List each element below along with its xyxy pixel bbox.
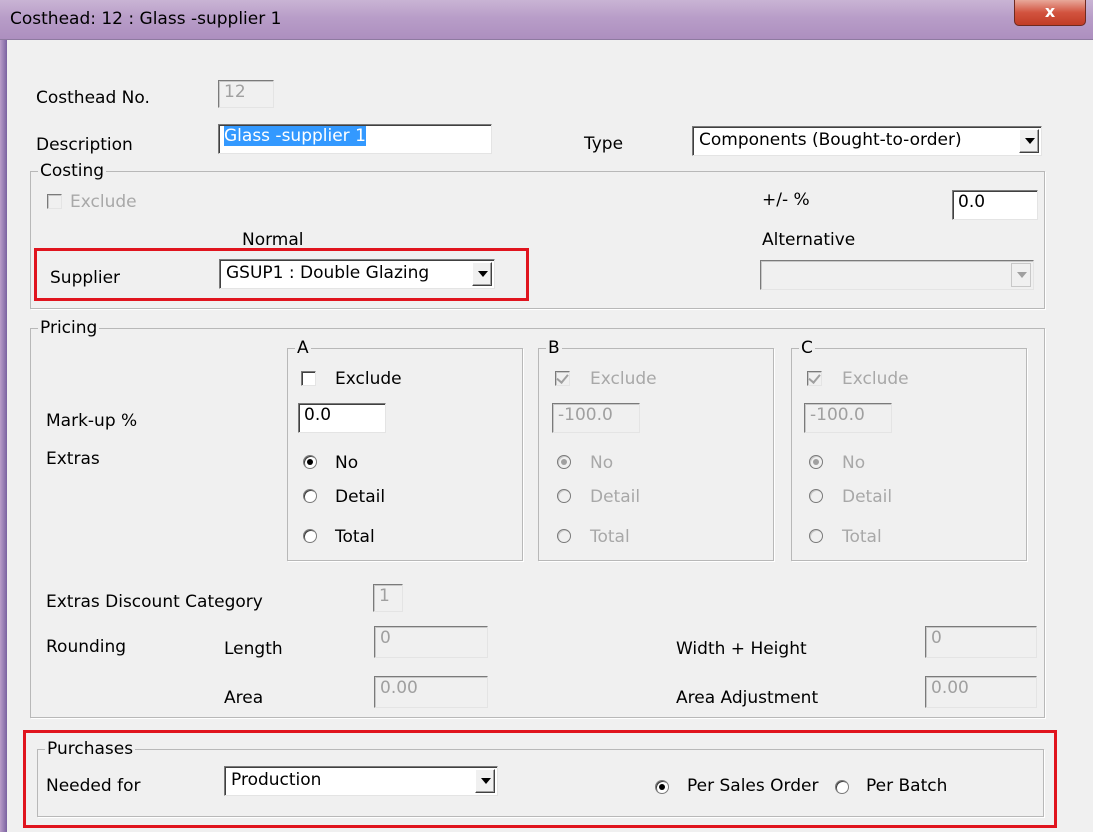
type-select[interactable]: Components (Bought-to-order) xyxy=(692,126,1042,156)
length-label: Length xyxy=(224,639,283,659)
column-a-extras-total-radio[interactable] xyxy=(303,529,317,543)
width-height-field: 0 xyxy=(925,626,1037,658)
close-button[interactable]: x xyxy=(1014,0,1086,26)
column-b-extras-detail-label: Detail xyxy=(590,487,641,507)
column-c-markup-field: -100.0 xyxy=(804,403,892,433)
column-c-exclude-checkbox xyxy=(807,371,822,386)
column-c-extras-detail-label: Detail xyxy=(842,487,893,507)
costhead-no-field: 12 xyxy=(218,80,274,108)
column-c-title: C xyxy=(799,338,815,358)
column-a-exclude-checkbox[interactable] xyxy=(301,371,316,386)
column-c-extras-total-label: Total xyxy=(842,527,882,547)
column-b-markup-field: -100.0 xyxy=(552,403,640,433)
column-b-exclude-checkbox xyxy=(555,371,570,386)
column-a-extras-total-label: Total xyxy=(335,527,375,547)
costing-exclude-label: Exclude xyxy=(70,192,137,212)
title-bar[interactable]: Costhead: 12 : Glass -supplier 1 x xyxy=(0,0,1093,40)
window-title: Costhead: 12 : Glass -supplier 1 xyxy=(10,9,282,29)
column-b-extras-no-radio xyxy=(557,455,571,469)
plus-minus-label: +/- % xyxy=(762,190,810,210)
pricing-column-a: A xyxy=(287,338,523,561)
width-height-label: Width + Height xyxy=(676,639,807,659)
type-label: Type xyxy=(584,134,624,154)
costing-group-title: Costing xyxy=(38,161,107,181)
extras-discount-label: Extras Discount Category xyxy=(46,592,263,612)
column-c-extras-total-radio xyxy=(809,529,823,543)
plus-minus-field[interactable]: 0.0 xyxy=(952,190,1038,220)
description-label: Description xyxy=(36,135,133,155)
column-c-exclude-label: Exclude xyxy=(842,369,909,389)
column-a-exclude-label: Exclude xyxy=(335,369,402,389)
alternative-label: Alternative xyxy=(762,230,856,250)
column-a-extras-detail-radio[interactable] xyxy=(303,489,317,503)
rounding-label: Rounding xyxy=(46,637,127,657)
column-c-extras-no-radio xyxy=(809,455,823,469)
column-a-markup-field[interactable]: 0.0 xyxy=(298,403,386,433)
column-b-extras-total-radio xyxy=(557,529,571,543)
window-frame-left xyxy=(0,40,7,832)
pricing-column-c: C xyxy=(791,338,1027,561)
column-b-extras-detail-radio xyxy=(557,489,571,503)
column-b-extras-total-label: Total xyxy=(590,527,630,547)
column-a-title: A xyxy=(295,338,311,358)
column-c-extras-no-label: No xyxy=(842,453,866,473)
alternative-supplier-select xyxy=(760,260,1034,290)
area-label: Area xyxy=(224,688,264,708)
chevron-down-icon xyxy=(1011,263,1031,287)
area-adjustment-label: Area Adjustment xyxy=(676,688,819,708)
column-a-extras-no-label: No xyxy=(335,453,359,473)
length-field: 0 xyxy=(374,626,488,658)
column-a-extras-detail-label: Detail xyxy=(335,487,386,507)
pricing-group-title: Pricing xyxy=(38,318,100,338)
column-a-extras-no-radio[interactable] xyxy=(303,455,317,469)
normal-label: Normal xyxy=(242,230,304,250)
column-c-extras-detail-radio xyxy=(809,489,823,503)
supplier-highlight-box xyxy=(34,248,529,301)
close-icon: x xyxy=(1044,2,1056,21)
column-b-extras-no-label: No xyxy=(590,453,614,473)
area-adjustment-field: 0.00 xyxy=(925,676,1037,708)
markup-label: Mark-up % xyxy=(46,411,138,431)
costing-exclude-checkbox[interactable] xyxy=(47,194,62,209)
extras-label: Extras xyxy=(46,449,100,469)
extras-discount-field: 1 xyxy=(373,584,403,612)
costhead-no-label: Costhead No. xyxy=(36,88,150,108)
purchases-highlight-box xyxy=(23,730,1057,828)
chevron-down-icon[interactable] xyxy=(1019,129,1039,153)
area-field: 0.00 xyxy=(374,676,488,708)
column-b-exclude-label: Exclude xyxy=(590,369,657,389)
description-field[interactable]: Glass -supplier 1 xyxy=(218,124,492,154)
column-b-title: B xyxy=(546,338,562,358)
